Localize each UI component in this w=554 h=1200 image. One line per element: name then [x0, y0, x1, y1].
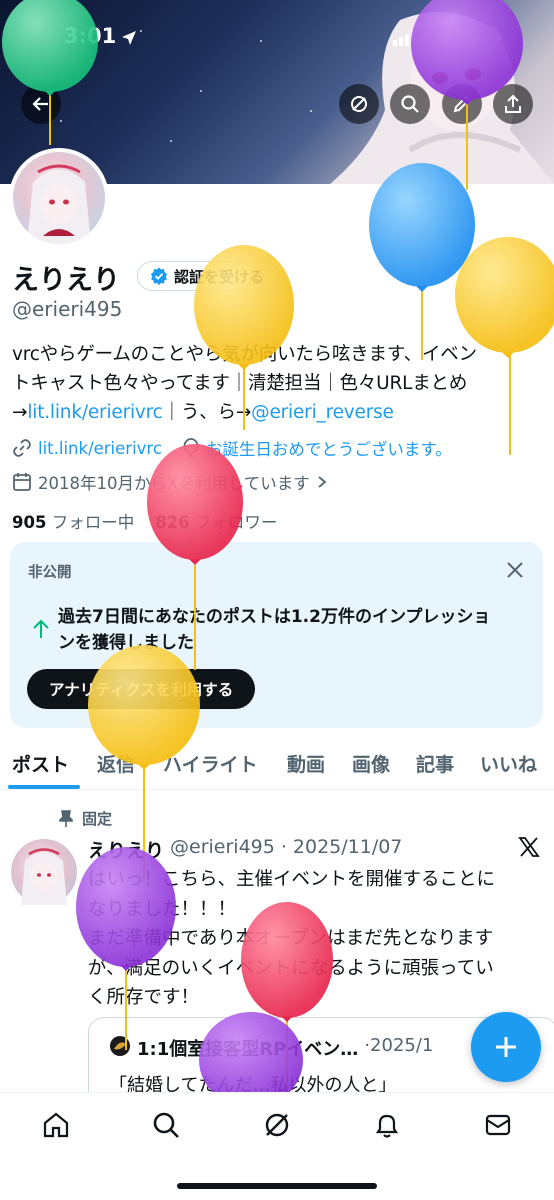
quoted-post-header: 1:1個室接客型RPイベン… ·2025/1 [109, 1035, 433, 1061]
avatar-art [21, 848, 67, 905]
bio-line: →lit.link/erierivrc｜う、ら→@erieri_reverse [12, 398, 548, 427]
bell-icon[interactable] [372, 1110, 402, 1140]
impression-line: 過去7日間にあなたのポストは1.2万件のインプレッショ [58, 607, 491, 627]
wifi-icon [436, 33, 452, 45]
signal-icon [393, 30, 415, 46]
bio-line: vrcやらゲームのことやら気が向いたら呟きます、イベン [12, 344, 477, 365]
post-author-name[interactable]: えりえり [88, 836, 164, 863]
tab-videos[interactable]: 動画 [287, 750, 325, 777]
pinned-indicator: 固定 [58, 808, 112, 829]
tab-highlights[interactable]: ハイライト [163, 750, 258, 777]
search-icon[interactable] [151, 1110, 181, 1140]
pinned-label: 固定 [82, 810, 113, 828]
tab-articles[interactable]: 記事 [416, 750, 454, 777]
bio-link[interactable]: lit.link/erierivrc [27, 402, 163, 423]
balloon-icon [183, 438, 199, 457]
share-icon [505, 94, 521, 113]
mail-icon[interactable] [483, 1110, 513, 1140]
quoted-avatar [110, 1036, 130, 1056]
tab-images[interactable]: 画像 [352, 750, 390, 777]
impression-line: ンを獲得しました [58, 633, 194, 653]
calendar-icon [13, 473, 31, 491]
battery-icon [465, 27, 502, 47]
post-body: はいっ！こちら、主催イベントを開催することに なりました！！！ まだ準備中であり… [88, 865, 548, 1013]
joined-row[interactable]: 2018年10月からXを利用しています [12, 470, 328, 494]
post-header: えりえり @erieri495 · 2025/11/07 [88, 836, 402, 863]
back-button[interactable] [21, 84, 61, 124]
profile-bio: vrcやらゲームのことやら気が向いたら呟きます、イベン トキャスト色々やってます… [12, 340, 548, 427]
back-arrow-icon [32, 97, 48, 111]
verified-badge-icon [151, 267, 167, 285]
edit-button[interactable] [442, 84, 482, 124]
post-text-line: はいっ！こちら、主催イベントを開催することに [88, 869, 496, 890]
birthday-text[interactable]: お誕生日おめでとうございます。 [206, 436, 452, 460]
search-button[interactable] [390, 84, 430, 124]
avatar-art [27, 164, 91, 244]
arrow-up-icon [33, 619, 49, 638]
grok-icon[interactable] [262, 1110, 292, 1140]
get-verified-label: 認証を受ける [174, 267, 265, 286]
x-logo-icon [518, 837, 540, 857]
joined-date: 2018年10月からXを利用しています [38, 474, 310, 493]
profile-avatar[interactable] [9, 148, 109, 248]
balloon-blue [369, 163, 475, 360]
bio-mention-link[interactable]: @erieri_reverse [251, 402, 394, 423]
quoted-post-date: ·2025/1 [364, 1035, 434, 1056]
location-icon [122, 31, 136, 45]
home-indicator [177, 1183, 377, 1189]
tab-likes[interactable]: いいね [480, 750, 537, 777]
analytics-button[interactable]: アナリティクスを利用する [27, 669, 256, 709]
plus-icon [496, 1037, 516, 1057]
profile-name: えりえり [12, 265, 120, 296]
followers-label: フォロワー [194, 513, 278, 532]
grok-icon [351, 96, 367, 112]
pin-icon [59, 809, 73, 827]
followers-link[interactable]: 826 フォロワー [155, 513, 277, 532]
quoted-post-title: 1:1個室接客型RPイベン… [137, 1039, 359, 1060]
bio-line: トキャスト色々やってます｜清楚担当｜色々URLまとめ [12, 373, 468, 394]
post-text-line: が、満足のいくイベントになるように頑張ってい [88, 957, 494, 979]
following-label: フォロー中 [51, 513, 135, 532]
post-author-handle[interactable]: @erieri495 [170, 836, 275, 863]
post-date[interactable]: 2025/11/07 [293, 836, 403, 863]
profile-handle: @erieri495 [12, 297, 123, 321]
compose-button[interactable] [471, 1012, 541, 1082]
follow-stats: 905 フォロー中 826 フォロワー [12, 509, 277, 533]
chevron-right-icon [318, 476, 327, 488]
post-author-avatar[interactable] [11, 839, 77, 905]
tab-replies[interactable]: 返信 [97, 750, 135, 777]
search-icon [401, 95, 419, 113]
private-label: 非公開 [28, 565, 72, 581]
post-dot: · [280, 836, 287, 858]
status-time: 3:01 [64, 24, 117, 48]
following-count: 905 [12, 513, 47, 532]
post-text-line: く所存です！ [88, 987, 200, 1008]
following-link[interactable]: 905 フォロー中 [12, 513, 134, 532]
grok-button[interactable] [339, 84, 379, 124]
tab-posts[interactable]: ポスト [12, 750, 69, 777]
active-tab-indicator [8, 785, 80, 789]
bio-arrow: → [12, 402, 28, 423]
profile-tabs: ポスト 返信 ハイライト 動画 画像 記事 いいね [0, 740, 554, 790]
edit-icon [453, 95, 471, 113]
home-icon[interactable] [41, 1110, 71, 1140]
website-link[interactable]: lit.link/erierivrc [38, 439, 162, 458]
impression-message: 過去7日間にあなたのポストは1.2万件のインプレッショ ンを獲得しました [58, 604, 490, 656]
profile-meta-row: lit.link/erierivrc お誕生日おめでとうございます。 [12, 436, 452, 460]
share-button[interactable] [493, 84, 533, 124]
post-text-line: まだ準備中であり本オープンはまだ先となります [88, 928, 494, 949]
post-text-line: なりました！！！ [88, 898, 237, 920]
get-verified-button[interactable]: 認証を受ける [137, 261, 280, 291]
close-icon[interactable] [506, 561, 524, 579]
link-icon [13, 439, 31, 457]
followers-count: 826 [155, 513, 190, 532]
bio-separator: ｜う、ら→ [162, 402, 252, 423]
